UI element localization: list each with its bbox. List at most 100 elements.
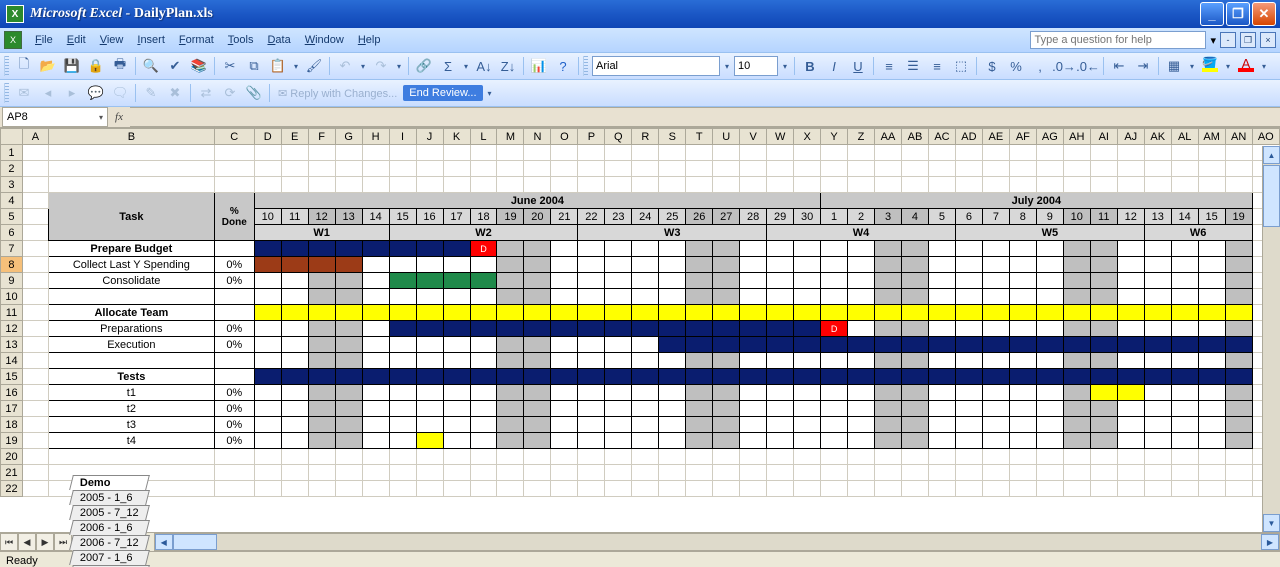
column-header[interactable]: G	[335, 129, 362, 145]
column-header[interactable]: AN	[1225, 129, 1252, 145]
mdi-close-button[interactable]: ×	[1260, 32, 1276, 48]
workbook-icon[interactable]: X	[4, 31, 22, 49]
row-header[interactable]: 3	[1, 177, 23, 193]
print-icon[interactable]: 🖶	[109, 55, 131, 77]
help-search-input[interactable]	[1030, 31, 1206, 49]
minimize-button[interactable]: _	[1200, 2, 1224, 26]
font-color-icon[interactable]: A	[1235, 55, 1257, 77]
row-header[interactable]: 9	[1, 273, 23, 289]
row-header[interactable]: 10	[1, 289, 23, 305]
column-header[interactable]: S	[659, 129, 686, 145]
comma-icon[interactable]: ,	[1029, 55, 1051, 77]
show-comment-icon[interactable]: 💬	[85, 82, 107, 104]
help-icon[interactable]: ?	[552, 55, 574, 77]
column-header[interactable]: AE	[982, 129, 1009, 145]
underline-icon[interactable]: U	[847, 55, 869, 77]
fx-icon[interactable]: fx	[108, 111, 130, 123]
italic-icon[interactable]: I	[823, 55, 845, 77]
autosum-icon[interactable]: Σ	[437, 55, 459, 77]
menu-view[interactable]: View	[93, 31, 131, 49]
column-header[interactable]: T	[686, 129, 713, 145]
column-header[interactable]: X	[794, 129, 821, 145]
column-header[interactable]: AI	[1090, 129, 1117, 145]
scroll-down-icon[interactable]: ▼	[1263, 514, 1280, 532]
hyperlink-icon[interactable]: 🔗	[413, 55, 435, 77]
chart-wizard-icon[interactable]: 📊	[528, 55, 550, 77]
increase-indent-icon[interactable]: ⇥	[1132, 55, 1154, 77]
menu-data[interactable]: Data	[260, 31, 297, 49]
column-header[interactable]: AJ	[1117, 129, 1144, 145]
scroll-thumb[interactable]	[1263, 165, 1280, 227]
column-header[interactable]: AM	[1198, 129, 1225, 145]
tab-next-icon[interactable]: ▶	[36, 533, 54, 551]
column-header[interactable]: B	[48, 129, 214, 145]
scroll-right-icon[interactable]: ▶	[1261, 534, 1279, 550]
toolbar-grip[interactable]	[583, 56, 588, 76]
column-header[interactable]: J	[416, 129, 443, 145]
sheet-tab[interactable]: Demo	[69, 475, 149, 490]
align-center-icon[interactable]: ☰	[902, 55, 924, 77]
paste-icon[interactable]: 📋	[267, 55, 289, 77]
column-header[interactable]: AB	[902, 129, 929, 145]
tab-first-icon[interactable]: ⏮	[0, 533, 18, 551]
track-changes-icon[interactable]: ⇄	[195, 82, 217, 104]
fill-color-icon[interactable]: 🪣	[1199, 55, 1221, 77]
row-header[interactable]: 5	[1, 209, 23, 225]
prev-comment-icon[interactable]: ◂	[37, 82, 59, 104]
sheet-tab[interactable]: 2006 - 1_6	[69, 520, 149, 535]
column-header[interactable]: U	[713, 129, 740, 145]
sheet-tab[interactable]: 2005 - 7_12	[69, 505, 149, 520]
column-header[interactable]: O	[551, 129, 578, 145]
new-comment-icon[interactable]: ✉	[13, 82, 35, 104]
column-header[interactable]: C	[214, 129, 254, 145]
scroll-thumb[interactable]	[173, 534, 217, 550]
row-header[interactable]: 4	[1, 193, 23, 209]
scroll-up-icon[interactable]: ▲	[1263, 146, 1280, 164]
toolbar-grip[interactable]	[4, 56, 9, 76]
row-header[interactable]: 18	[1, 417, 23, 433]
menu-tools[interactable]: Tools	[221, 31, 261, 49]
column-header[interactable]: P	[578, 129, 605, 145]
column-header[interactable]: I	[389, 129, 416, 145]
save-icon[interactable]: 💾	[61, 55, 83, 77]
column-header[interactable]: Q	[605, 129, 632, 145]
column-header[interactable]: Z	[848, 129, 875, 145]
row-header[interactable]: 19	[1, 433, 23, 449]
column-header[interactable]: AL	[1171, 129, 1198, 145]
redo-icon[interactable]: ↷	[370, 55, 392, 77]
column-header[interactable]: AG	[1036, 129, 1063, 145]
column-header[interactable]: M	[497, 129, 524, 145]
column-header[interactable]: L	[470, 129, 497, 145]
sort-desc-icon[interactable]: Z↓	[497, 55, 519, 77]
row-header[interactable]: 2	[1, 161, 23, 177]
formula-input[interactable]	[130, 107, 1280, 127]
next-comment-icon[interactable]: ▸	[61, 82, 83, 104]
row-header[interactable]: 16	[1, 385, 23, 401]
bold-icon[interactable]: B	[799, 55, 821, 77]
sort-asc-icon[interactable]: A↓	[473, 55, 495, 77]
menu-format[interactable]: Format	[172, 31, 221, 49]
column-header[interactable]: W	[767, 129, 794, 145]
sheet-tab[interactable]: 2005 - 1_6	[69, 490, 149, 505]
column-header[interactable]: AO	[1252, 129, 1279, 145]
column-header[interactable]: AH	[1063, 129, 1090, 145]
row-header[interactable]: 15	[1, 369, 23, 385]
row-header[interactable]: 11	[1, 305, 23, 321]
show-ink-icon[interactable]: ✎	[140, 82, 162, 104]
cut-icon[interactable]: ✂	[219, 55, 241, 77]
percent-icon[interactable]: %	[1005, 55, 1027, 77]
row-header[interactable]: 21	[1, 465, 23, 481]
row-header[interactable]: 13	[1, 337, 23, 353]
attach-icon[interactable]: 📎	[243, 82, 265, 104]
column-header[interactable]: K	[443, 129, 470, 145]
format-painter-icon[interactable]: 🖌	[303, 55, 325, 77]
column-header[interactable]: H	[362, 129, 389, 145]
permission-icon[interactable]: 🔒	[85, 55, 107, 77]
print-preview-icon[interactable]: 🔍	[140, 55, 162, 77]
column-header[interactable]: D	[254, 129, 281, 145]
show-all-comments-icon[interactable]: 🗨	[109, 82, 131, 104]
row-header[interactable]: 22	[1, 481, 23, 497]
align-right-icon[interactable]: ≡	[926, 55, 948, 77]
toolbar-grip[interactable]	[4, 83, 9, 103]
decrease-indent-icon[interactable]: ⇤	[1108, 55, 1130, 77]
